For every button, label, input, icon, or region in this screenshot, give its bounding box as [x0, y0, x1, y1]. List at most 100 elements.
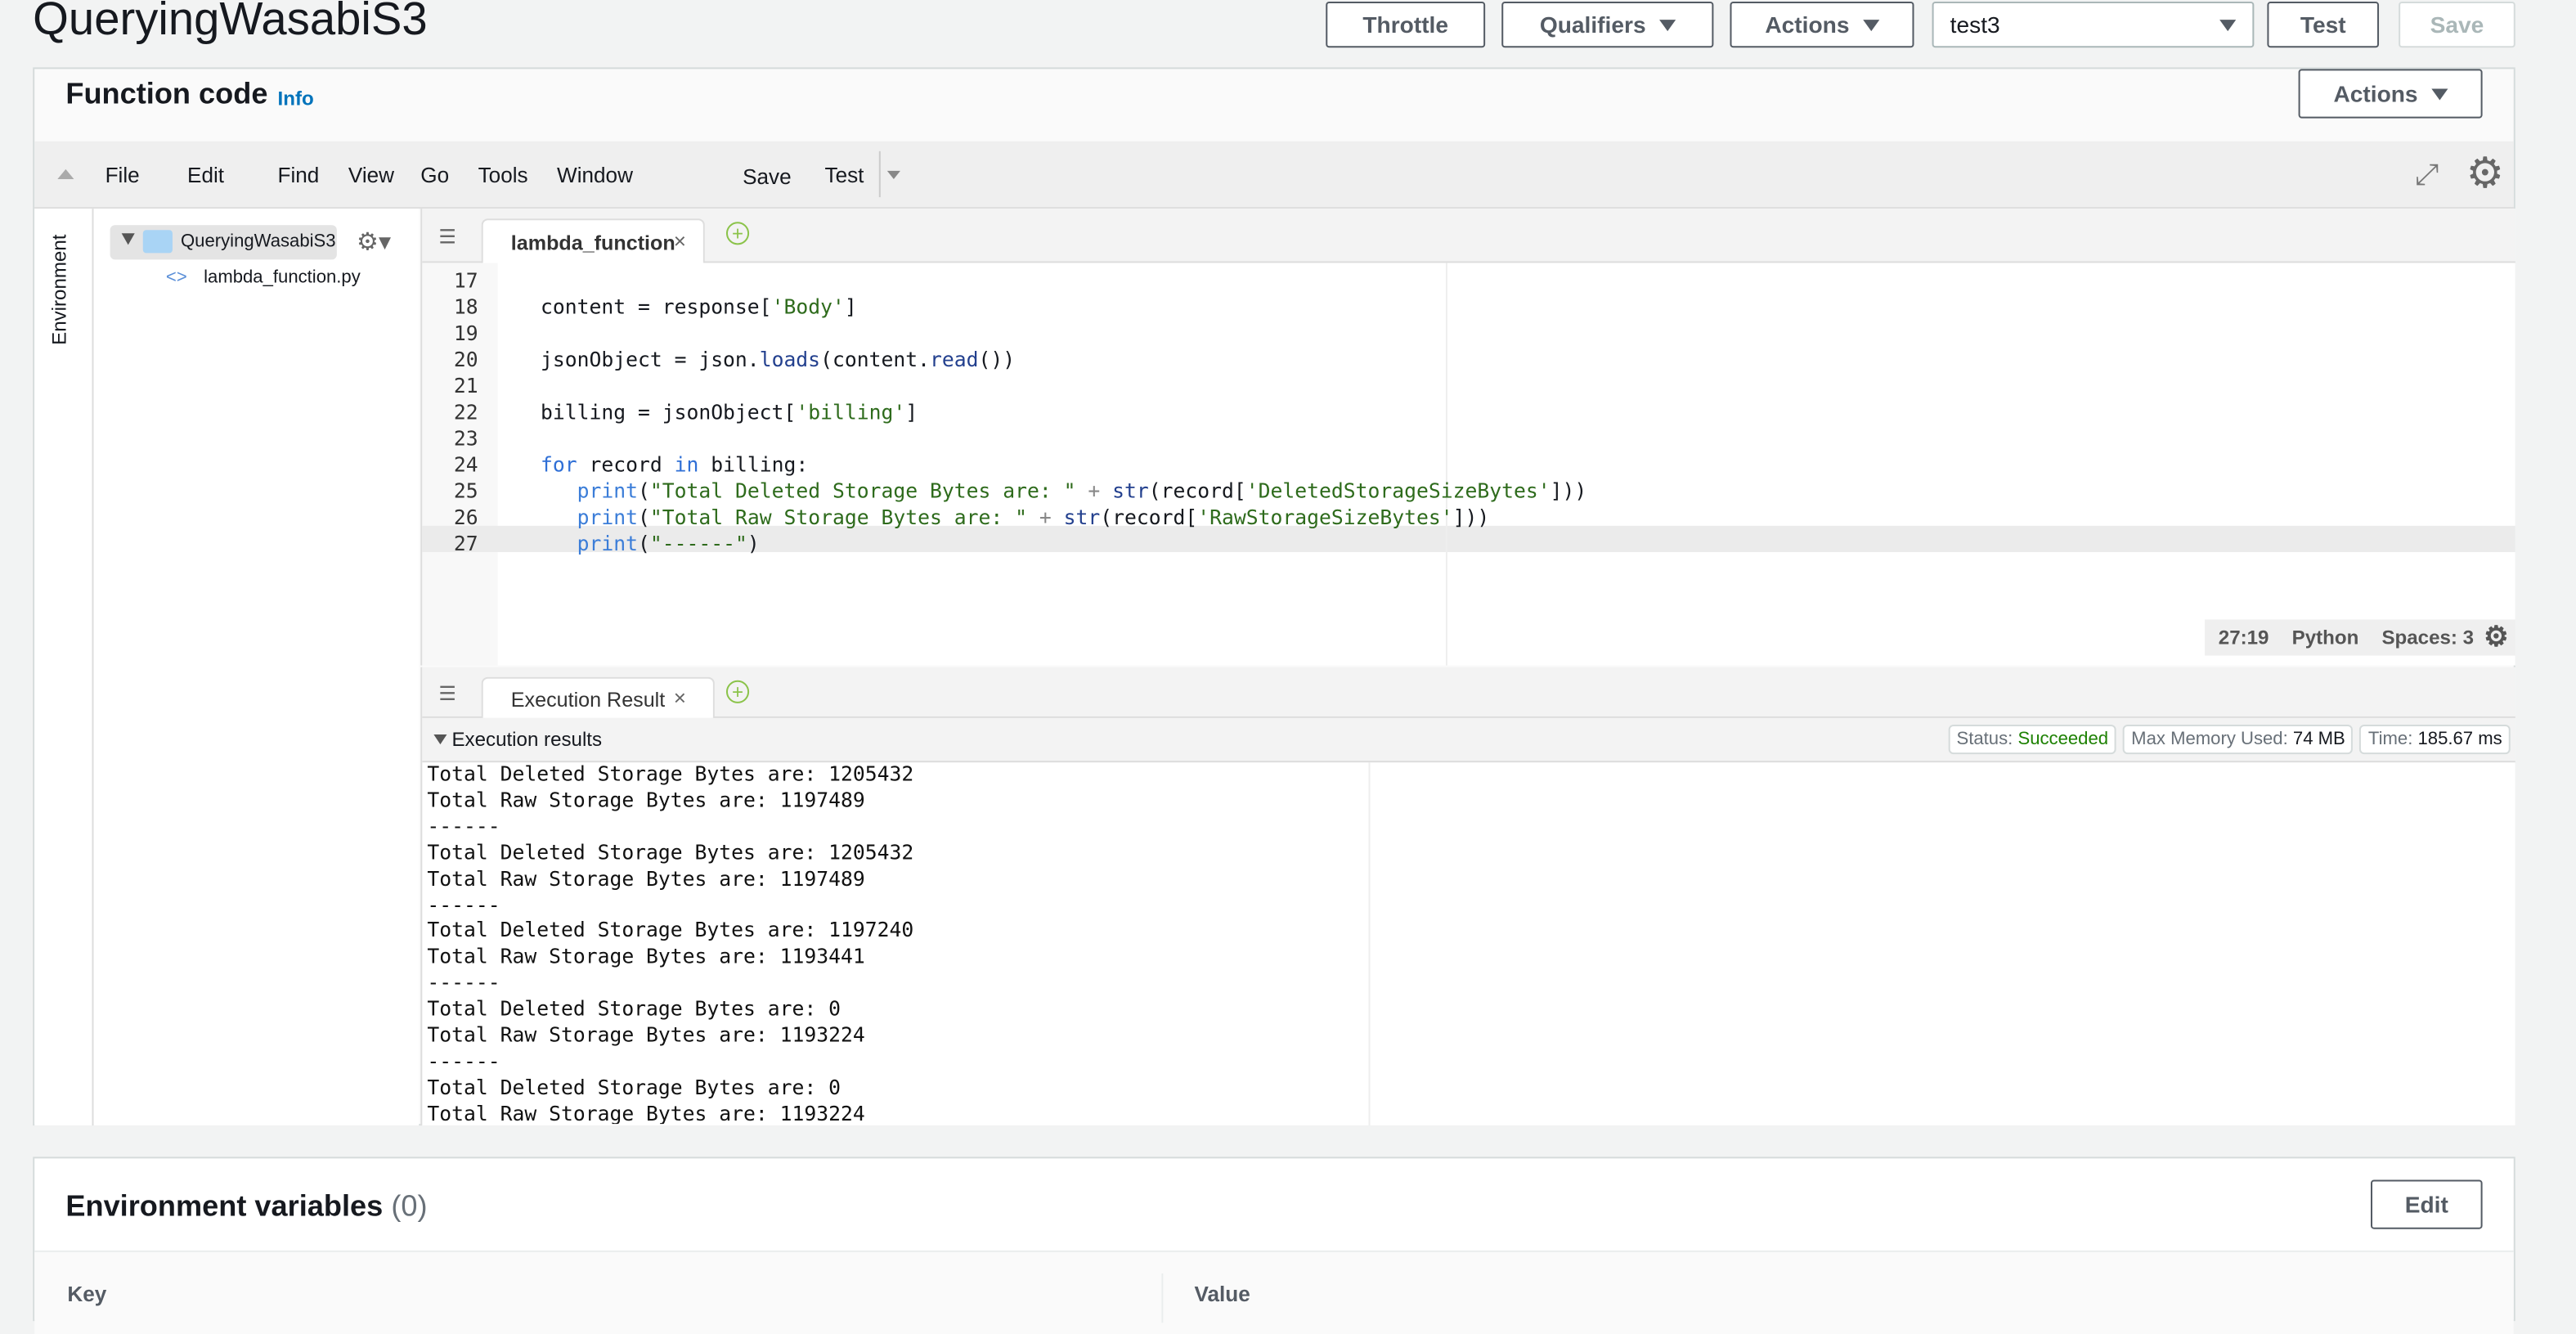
lambda-console: QueryingWasabiS3 Throttle Qualifiers Act…: [0, 0, 2576, 1334]
code-line: 18 content = response['Body']: [422, 296, 1586, 322]
file-item[interactable]: lambda_function.py: [204, 267, 361, 287]
menu-go[interactable]: Go: [420, 163, 478, 187]
close-icon[interactable]: ×: [674, 685, 686, 710]
expand-icon[interactable]: [433, 734, 447, 745]
tree-gear-icon[interactable]: ⚙▾: [357, 227, 391, 256]
expand-icon[interactable]: [121, 233, 135, 245]
code-text: print("------"): [577, 532, 760, 556]
line-number: 25: [453, 479, 478, 503]
menu-edit[interactable]: Edit: [187, 163, 277, 187]
test-dropdown-icon[interactable]: [886, 170, 900, 179]
line-number: 23: [453, 427, 478, 451]
save-button[interactable]: Save: [2399, 2, 2515, 48]
results-header: Execution results Status: Succeeded Max …: [422, 717, 2515, 763]
code-text: print("Total Deleted Storage Bytes are: …: [577, 479, 1587, 503]
indent-setting[interactable]: Spaces: 3: [2381, 626, 2474, 649]
output-line: ------: [427, 1049, 500, 1073]
menu-tools[interactable]: Tools: [478, 163, 557, 187]
code-line: 17: [422, 269, 1586, 295]
code-line: 27 print("------"): [422, 532, 1586, 559]
section-title: Function code: [65, 77, 268, 110]
qualifiers-button[interactable]: Qualifiers: [1501, 2, 1714, 48]
file-tree: QueryingWasabiS3 ⚙▾ <> lambda_function.p…: [93, 209, 420, 1126]
test-event-value: test3: [1950, 11, 2000, 38]
output-line: ------: [427, 971, 500, 995]
output-line: Total Deleted Storage Bytes are: 1197240: [427, 919, 914, 943]
code-actions-button[interactable]: Actions: [2298, 69, 2483, 119]
folder-name: QueryingWasabiS3: [180, 231, 336, 252]
code-line: 25 print("Total Deleted Storage Bytes ar…: [422, 480, 1586, 506]
code-line: 26 print("Total Raw Storage Bytes are: "…: [422, 506, 1586, 532]
line-number: 27: [453, 532, 478, 556]
code-line: 21: [422, 375, 1586, 401]
output-line: Total Raw Storage Bytes are: 1197489: [427, 866, 865, 891]
menu-view[interactable]: View: [348, 163, 420, 187]
code-line: 19: [422, 322, 1586, 348]
line-number: 17: [453, 269, 478, 293]
environment-label: Environment: [47, 234, 71, 345]
code-line: 24 for record in billing:: [422, 453, 1586, 479]
code-editor[interactable]: 17 18 content = response['Body'] 19 20 jsonOb…: [422, 269, 1586, 559]
line-number: 21: [453, 375, 478, 398]
info-link[interactable]: Info: [278, 87, 314, 110]
qualifiers-label: Qualifiers: [1539, 11, 1646, 38]
editor-gear-icon[interactable]: ⚙: [2484, 621, 2509, 654]
output-line: Total Raw Storage Bytes are: 1193224: [427, 1023, 865, 1047]
test-event-select[interactable]: test3: [1932, 2, 2255, 48]
language-mode[interactable]: Python: [2292, 626, 2359, 649]
page-title: QueryingWasabiS3: [33, 0, 428, 45]
column-value: Value: [1194, 1282, 1250, 1307]
menu-find[interactable]: Find: [278, 163, 348, 187]
tab-list-icon[interactable]: ☰: [438, 682, 456, 705]
code-text: print("Total Raw Storage Bytes are: " + …: [577, 505, 1490, 529]
time-badge: Time: 185.67 ms: [2359, 724, 2511, 755]
ide-menu: File Edit Find View Go Tools Window: [105, 163, 640, 187]
result-pane: ☰ Execution Result × + Execution results…: [420, 667, 2515, 1126]
line-number: 20: [453, 348, 478, 372]
code-text: for record in billing:: [540, 453, 809, 477]
tab-execution-result[interactable]: Execution Result ×: [481, 676, 715, 718]
folder-item[interactable]: QueryingWasabiS3: [110, 225, 337, 260]
add-tab-icon[interactable]: +: [725, 222, 750, 245]
menu-file[interactable]: File: [105, 163, 187, 187]
line-number: 19: [453, 321, 478, 345]
code-line: 23: [422, 427, 1586, 453]
result-tab-bar: ☰ Execution Result × +: [422, 667, 2515, 718]
menu-window[interactable]: Window: [557, 163, 639, 187]
output-line: Total Raw Storage Bytes are: 1193441: [427, 945, 865, 968]
collapse-icon[interactable]: [57, 168, 74, 179]
caret-down-icon: [2430, 88, 2448, 100]
line-number: 24: [453, 453, 478, 477]
execution-output: Total Deleted Storage Bytes are: 1205432…: [427, 762, 913, 1124]
line-number: 18: [453, 295, 478, 319]
output-line: Total Raw Storage Bytes are: 1193224: [427, 1102, 865, 1125]
ide-test[interactable]: Test: [825, 163, 864, 187]
status-badge: Status: Succeeded: [1948, 724, 2117, 755]
code-line: 22 billing = jsonObject['billing']: [422, 401, 1586, 427]
line-number: 26: [453, 505, 478, 529]
throttle-button[interactable]: Throttle: [1326, 2, 1486, 48]
environment-side-tab[interactable]: Environment: [34, 209, 94, 1126]
code-text: jsonObject = json.loads(content.read()): [540, 348, 1016, 372]
ide-save[interactable]: Save: [743, 164, 792, 189]
add-tab-icon[interactable]: +: [725, 680, 750, 703]
section-title: Environment variables (0): [65, 1189, 428, 1223]
function-code-panel: Function code Info Actions File Edit Fin…: [33, 67, 2515, 1126]
line-number: 22: [453, 401, 478, 424]
actions-button[interactable]: Actions: [1730, 2, 1914, 48]
environment-variables-panel: Environment variables (0) Edit Key Value: [33, 1157, 2515, 1334]
gear-icon[interactable]: ⚙: [2466, 148, 2505, 199]
folder-icon: [142, 230, 173, 254]
editor-tab-bar: ☰ lambda_function × +: [422, 209, 2515, 263]
close-icon[interactable]: ×: [674, 228, 686, 253]
column-key: Key: [67, 1282, 107, 1307]
actions-label: Actions: [2333, 80, 2418, 107]
tab-lambda-function[interactable]: lambda_function ×: [481, 218, 705, 263]
fullscreen-icon[interactable]: ⤢: [2415, 158, 2439, 192]
caret-down-icon: [1658, 19, 1676, 31]
tab-list-icon[interactable]: ☰: [438, 225, 456, 248]
edit-button[interactable]: Edit: [2370, 1179, 2483, 1229]
test-button[interactable]: Test: [2267, 2, 2380, 48]
output-line: Total Deleted Storage Bytes are: 1205432: [427, 762, 914, 786]
code-text: billing = jsonObject['billing']: [540, 401, 918, 424]
